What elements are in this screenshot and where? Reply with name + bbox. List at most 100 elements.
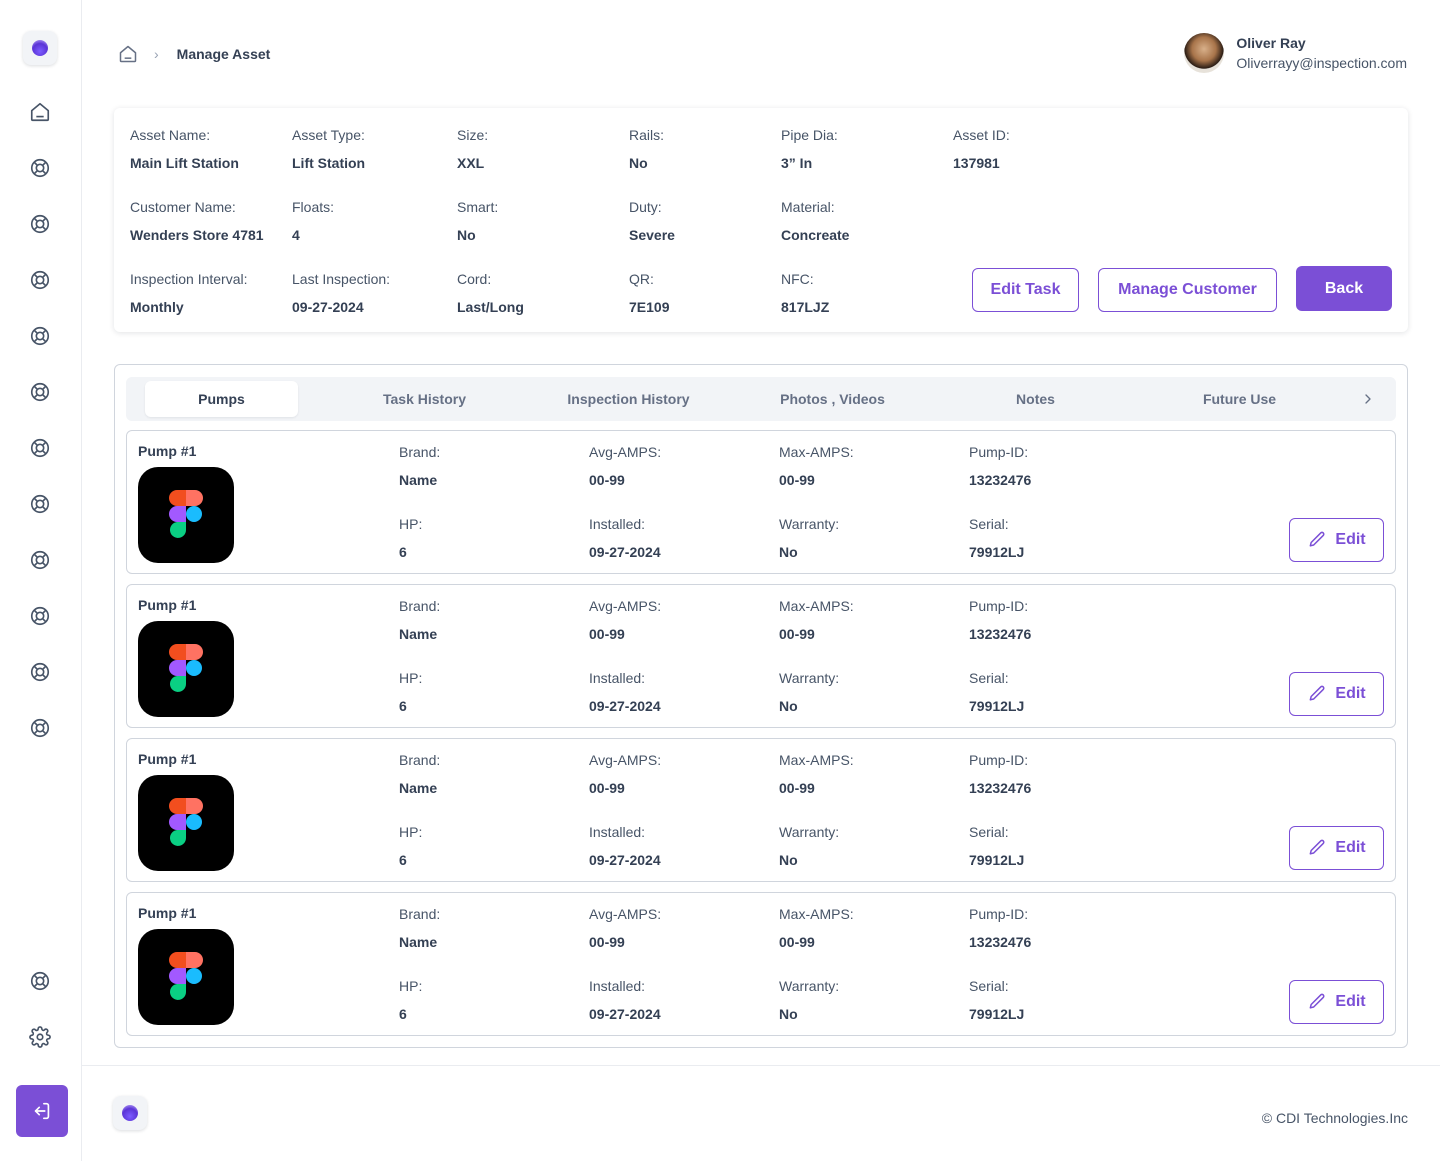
pump-hp-value: 6 [399, 1006, 407, 1022]
pump-installed-label: Installed: [589, 978, 646, 994]
pump-avg-amps-value: 00-99 [589, 472, 625, 488]
pump-brand-field: Brand: Name [399, 443, 440, 489]
pump-installed-value: 09-27-2024 [589, 1006, 661, 1022]
lifebuoy-icon [30, 382, 50, 402]
pump-hp-value: 6 [399, 544, 407, 560]
nav-item-9[interactable] [26, 602, 54, 630]
pump-pump-id-field: Pump-ID: 13232476 [969, 905, 1031, 951]
asset-id-label: Asset ID: [953, 127, 1010, 143]
manage-customer-button[interactable]: Manage Customer [1098, 268, 1277, 312]
pump-brand-field: Brand: Name [399, 905, 440, 951]
pump-max-amps-field: Max-AMPS: 00-99 [779, 443, 854, 489]
pump-pump-id-label: Pump-ID: [969, 598, 1029, 614]
nav-item-10[interactable] [26, 658, 54, 686]
nav-item-4[interactable] [26, 322, 54, 350]
pump-avg-amps-field: Avg-AMPS: 00-99 [589, 597, 661, 643]
pump-max-amps-field: Max-AMPS: 00-99 [779, 597, 854, 643]
nav-item-8[interactable] [26, 546, 54, 574]
rails-label: Rails: [629, 127, 665, 143]
nav-support[interactable] [26, 967, 54, 995]
nav-item-1[interactable] [26, 154, 54, 182]
edit-task-button[interactable]: Edit Task [972, 268, 1079, 312]
pump-serial-value: 79912LJ [969, 698, 1025, 714]
pump-brand-value: Name [399, 626, 438, 642]
nav-item-6[interactable] [26, 434, 54, 462]
pump-max-amps-label: Max-AMPS: [779, 598, 854, 614]
nfc-label: NFC: [781, 271, 814, 287]
tab-inspection-history[interactable]: Inspection History [552, 381, 705, 417]
pump-serial-field: Serial: 79912LJ [969, 823, 1024, 869]
tab-future-use[interactable]: Future Use [1163, 381, 1316, 417]
tab-pumps[interactable]: Pumps [145, 381, 298, 417]
home-icon [119, 45, 137, 63]
pump-avg-amps-label: Avg-AMPS: [589, 598, 662, 614]
rails-field: Rails: No [629, 126, 664, 172]
nav-item-11[interactable] [26, 714, 54, 742]
pump-installed-value: 09-27-2024 [589, 852, 661, 868]
pump-warranty-value: No [779, 1006, 798, 1022]
pump-hp-field: HP: 6 [399, 669, 422, 715]
pump-brand-value: Name [399, 472, 438, 488]
pump-hp-field: HP: 6 [399, 977, 422, 1023]
edit-pump-button[interactable]: Edit [1289, 980, 1384, 1024]
nav-settings[interactable] [26, 1023, 54, 1051]
breadcrumb-home[interactable] [118, 44, 138, 64]
pump-warranty-label: Warranty: [779, 824, 840, 840]
lifebuoy-icon [30, 718, 50, 738]
sidebar [0, 0, 82, 1161]
asset-id-value: 137981 [953, 155, 1000, 171]
tab-notes[interactable]: Notes [959, 381, 1112, 417]
pump-brand-label: Brand: [399, 906, 441, 922]
asset-type-field: Asset Type: Lift Station [292, 126, 365, 172]
pump-serial-value: 79912LJ [969, 544, 1025, 560]
tab-bar: Pumps Task History Inspection History Ph… [126, 377, 1396, 421]
nav-item-2[interactable] [26, 210, 54, 238]
pump-warranty-value: No [779, 544, 798, 560]
pump-avg-amps-field: Avg-AMPS: 00-99 [589, 905, 661, 951]
nav-home[interactable] [26, 98, 54, 126]
pump-warranty-field: Warranty: No [779, 823, 839, 869]
tab-task-history[interactable]: Task History [348, 381, 501, 417]
user-profile[interactable]: Oliver Ray Oliverrayy@inspection.com [1184, 33, 1407, 73]
pipe-dia-field: Pipe Dia: 3” In [781, 126, 838, 172]
pump-hp-value: 6 [399, 852, 407, 868]
nav-item-5[interactable] [26, 378, 54, 406]
edit-pump-button[interactable]: Edit [1289, 518, 1384, 562]
pump-hp-value: 6 [399, 698, 407, 714]
edit-pump-button[interactable]: Edit [1289, 672, 1384, 716]
copyright: © CDI Technologies.Inc [1261, 1110, 1408, 1126]
pump-pump-id-value: 13232476 [969, 472, 1032, 488]
figma-logo-icon [138, 775, 234, 871]
lifebuoy-icon [30, 662, 50, 682]
pump-serial-label: Serial: [969, 824, 1009, 840]
pump-card: Pump #1 Brand: Name Avg-AMPS: 00-99 Max-AMPS:… [126, 584, 1396, 728]
nav-item-7[interactable] [26, 490, 54, 518]
pump-max-amps-value: 00-99 [779, 934, 815, 950]
app-logo[interactable] [23, 31, 57, 65]
duty-label: Duty: [629, 199, 662, 215]
user-email: Oliverrayy@inspection.com [1236, 55, 1407, 71]
tab-scroll-next[interactable] [1358, 389, 1378, 409]
breadcrumb-current: Manage Asset [176, 46, 271, 62]
settings-icon [29, 1026, 51, 1048]
edit-label: Edit [1335, 839, 1366, 856]
pump-hp-field: HP: 6 [399, 823, 422, 869]
pump-serial-field: Serial: 79912LJ [969, 977, 1024, 1023]
pump-serial-label: Serial: [969, 978, 1009, 994]
asset-type-label: Asset Type: [292, 127, 365, 143]
pump-avg-amps-label: Avg-AMPS: [589, 444, 662, 460]
logout-button[interactable] [16, 1085, 68, 1137]
back-button[interactable]: Back [1296, 266, 1392, 311]
tab-photos-videos[interactable]: Photos , Videos [756, 381, 909, 417]
nav-item-3[interactable] [26, 266, 54, 294]
pump-card: Pump #1 Brand: Name Avg-AMPS: 00-99 Max-AMPS:… [126, 892, 1396, 1036]
logout-icon [34, 1102, 50, 1120]
pump-brand-label: Brand: [399, 752, 441, 768]
pump-pump-id-value: 13232476 [969, 626, 1032, 642]
pump-avg-amps-field: Avg-AMPS: 00-99 [589, 751, 661, 797]
pump-hp-label: HP: [399, 516, 423, 532]
pump-warranty-label: Warranty: [779, 670, 840, 686]
pump-brand-label: Brand: [399, 444, 441, 460]
edit-pump-button[interactable]: Edit [1289, 826, 1384, 870]
pump-serial-value: 79912LJ [969, 1006, 1025, 1022]
